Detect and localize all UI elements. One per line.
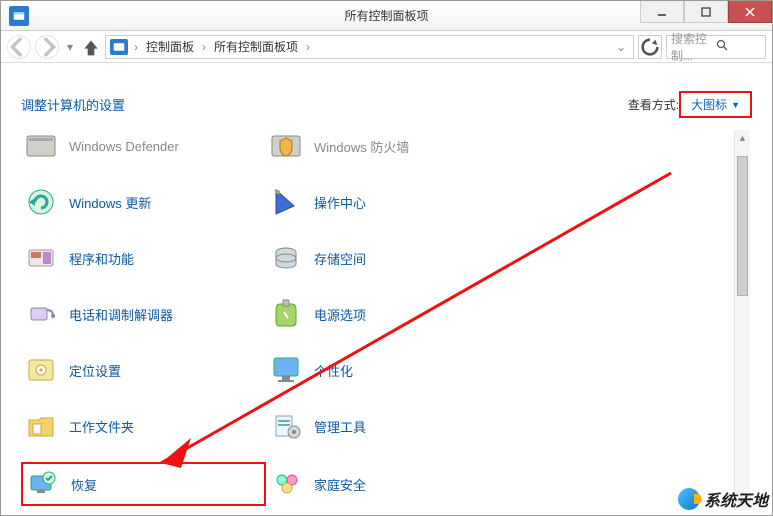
item-label: 恢复	[71, 475, 97, 494]
control-panel-item[interactable]: Windows Defender	[21, 130, 266, 166]
refresh-button[interactable]	[638, 35, 662, 59]
search-icon	[716, 39, 761, 54]
control-panel-path-icon	[110, 39, 128, 55]
chevron-right-icon: ›	[200, 40, 208, 54]
item-label: Windows Defender	[69, 139, 179, 154]
control-panel-item[interactable]: Windows 防火墙	[266, 130, 511, 166]
content-area: 调整计算机的设置 查看方式: 大图标 ▼ Windows DefenderWin…	[1, 63, 772, 515]
item-icon	[23, 408, 59, 444]
item-icon	[268, 296, 304, 332]
item-label: Windows 更新	[69, 193, 151, 212]
item-label: 存储空间	[314, 249, 366, 268]
chevron-right-icon: ›	[132, 40, 140, 54]
items-panel: Windows Defender Windows 防火墙 Windows 更新 操作中…	[21, 130, 752, 510]
search-placeholder: 搜索控制...	[671, 30, 716, 64]
breadcrumb-root[interactable]: 控制面板	[144, 36, 196, 57]
chevron-right-icon: ›	[304, 40, 312, 54]
breadcrumb-current[interactable]: 所有控制面板项	[212, 36, 300, 57]
close-button[interactable]	[728, 1, 772, 23]
scroll-thumb[interactable]	[737, 156, 748, 296]
item-icon	[23, 240, 59, 276]
item-label: Windows 防火墙	[314, 137, 409, 156]
view-mode-label: 查看方式:	[628, 96, 679, 113]
item-icon	[268, 184, 304, 220]
item-icon	[23, 130, 59, 164]
content-header: 调整计算机的设置 查看方式: 大图标 ▼	[21, 91, 752, 118]
nav-back-button[interactable]	[7, 35, 31, 59]
watermark-text: 系统天地	[704, 487, 768, 511]
control-panel-item[interactable]: 家庭安全	[266, 462, 511, 506]
item-label: 定位设置	[69, 361, 121, 380]
chevron-down-icon: ▼	[731, 100, 740, 110]
search-input[interactable]: 搜索控制...	[666, 35, 766, 59]
nav-up-button[interactable]	[81, 37, 101, 57]
maximize-button[interactable]	[684, 1, 728, 23]
item-icon	[268, 352, 304, 388]
control-panel-item[interactable]: 工作文件夹	[21, 406, 266, 446]
control-panel-item[interactable]: 程序和功能	[21, 238, 266, 278]
control-panel-item[interactable]: 定位设置	[21, 350, 266, 390]
view-mode-highlight: 大图标 ▼	[679, 91, 752, 118]
watermark-logo-icon	[678, 488, 700, 510]
breadcrumb[interactable]: › 控制面板 › 所有控制面板项 › ⌄	[105, 35, 634, 59]
scroll-track[interactable]	[735, 146, 750, 494]
item-label: 操作中心	[314, 193, 366, 212]
control-panel-item[interactable]: 管理工具	[266, 406, 511, 446]
control-panel-item[interactable]: Windows 更新	[21, 182, 266, 222]
page-heading: 调整计算机的设置	[21, 95, 125, 114]
item-label: 家庭安全	[314, 475, 366, 494]
window-title: 所有控制面板项	[344, 7, 428, 24]
item-icon	[23, 352, 59, 388]
nav-forward-button[interactable]	[35, 35, 59, 59]
item-icon	[25, 466, 61, 502]
item-label: 程序和功能	[69, 249, 134, 268]
control-panel-item[interactable]: 个性化	[266, 350, 511, 390]
window-controls	[640, 1, 772, 30]
item-icon	[268, 466, 304, 502]
address-bar: ▾ › 控制面板 › 所有控制面板项 › ⌄ 搜索控制...	[1, 31, 772, 63]
scroll-up-button[interactable]: ▲	[735, 130, 750, 146]
item-icon	[268, 240, 304, 276]
control-panel-item[interactable]: 电话和调制解调器	[21, 294, 266, 334]
item-icon	[268, 130, 304, 164]
control-panel-item[interactable]: 存储空间	[266, 238, 511, 278]
control-panel-item[interactable]: 电源选项	[266, 294, 511, 334]
view-mode-select[interactable]: 大图标 ▼	[685, 94, 746, 115]
control-panel-icon	[9, 6, 29, 26]
item-label: 管理工具	[314, 417, 366, 436]
item-icon	[23, 184, 59, 220]
vertical-scrollbar[interactable]: ▲ ▼	[734, 130, 750, 510]
control-panel-item[interactable]: 恢复	[21, 462, 266, 506]
item-icon	[268, 408, 304, 444]
titlebar: 所有控制面板项	[1, 1, 772, 31]
item-label: 工作文件夹	[69, 417, 134, 436]
control-panel-item[interactable]: 操作中心	[266, 182, 511, 222]
item-label: 电话和调制解调器	[69, 305, 173, 324]
item-label: 个性化	[314, 361, 353, 380]
minimize-button[interactable]	[640, 1, 684, 23]
item-label: 电源选项	[314, 305, 366, 324]
view-mode-value: 大图标	[691, 96, 727, 113]
path-dropdown-icon[interactable]: ⌄	[613, 40, 629, 54]
item-icon	[23, 296, 59, 332]
nav-history-dropdown[interactable]: ▾	[63, 40, 77, 54]
items-grid: Windows Defender Windows 防火墙 Windows 更新 操作中…	[21, 130, 752, 510]
watermark: 系统天地	[678, 487, 768, 511]
